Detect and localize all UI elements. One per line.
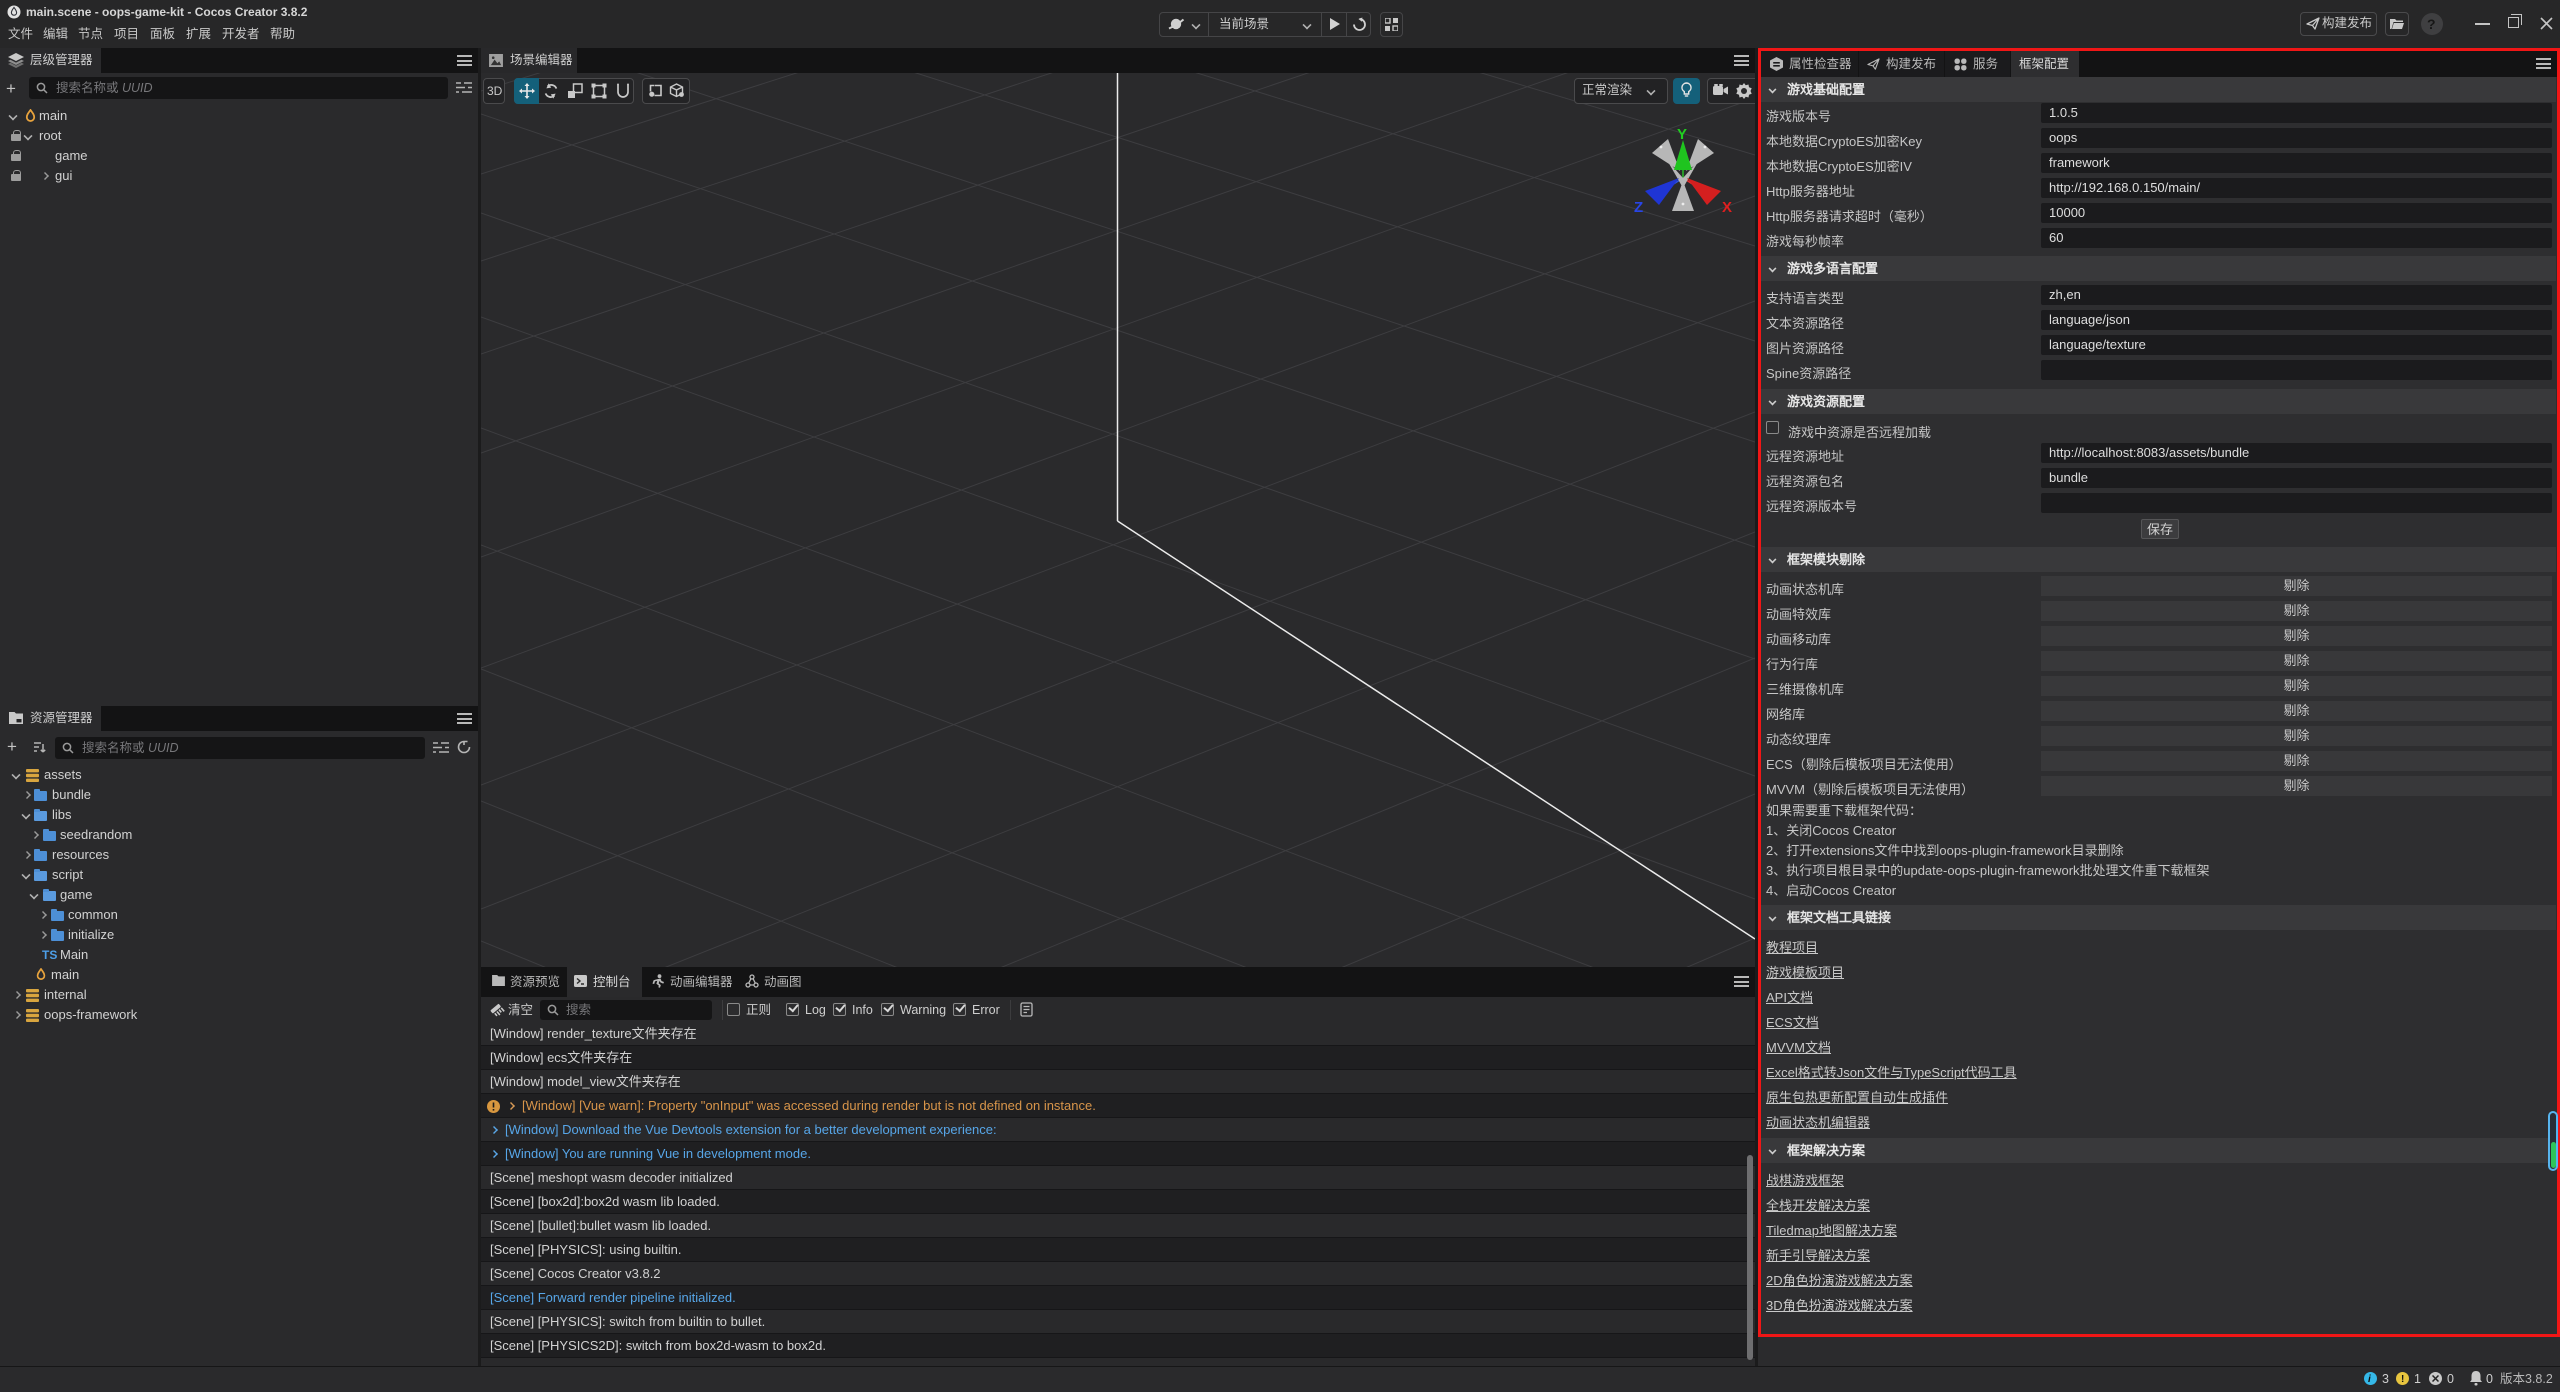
svg-text:Z: Z	[1634, 199, 1643, 216]
svg-text:X: X	[1722, 199, 1732, 216]
svg-text:Y: Y	[1677, 128, 1687, 143]
